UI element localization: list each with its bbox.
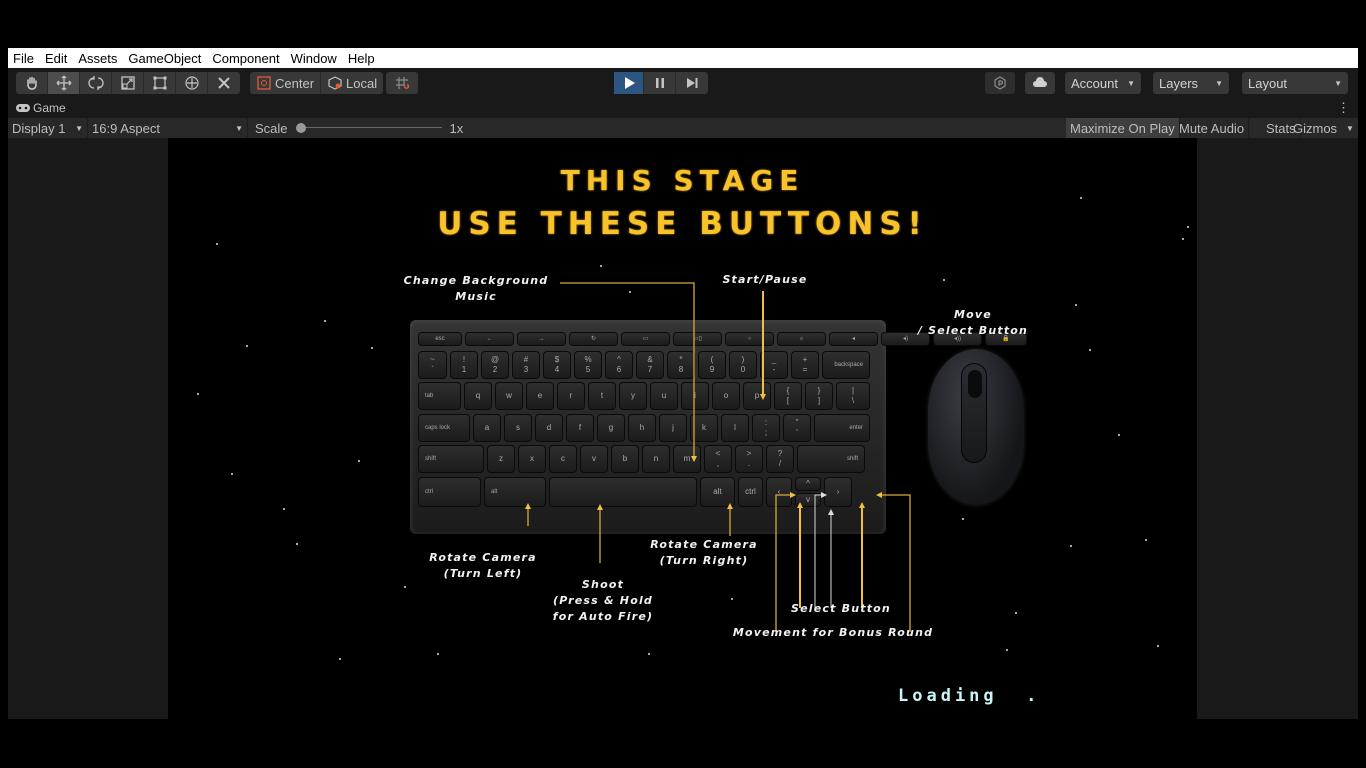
unity-editor: File Edit Assets GameObject Component Wi…: [8, 48, 1358, 719]
grid-snap-group: [386, 72, 418, 94]
pivot-center-label: Center: [275, 75, 315, 91]
scale-icon: [120, 76, 135, 90]
pivot-center-icon: [257, 76, 271, 90]
custom-tools-button[interactable]: [208, 72, 240, 94]
transform-icon: [184, 76, 199, 90]
scale-control: Scale 1x: [249, 118, 469, 138]
scale-slider-track: [295, 127, 442, 128]
step-icon: [687, 78, 698, 88]
label-shoot: Shoot (Press & Hold for Auto Fire): [552, 578, 654, 623]
pause-icon: [655, 78, 664, 88]
scale-value: 1x: [449, 120, 464, 136]
cloud-button[interactable]: [1025, 72, 1055, 94]
layers-label: Layers: [1159, 75, 1199, 91]
game-tab-title: Game: [33, 101, 66, 115]
game-tab[interactable]: Game ⋮: [8, 98, 1358, 118]
label-select-button: Select Button: [791, 602, 891, 615]
scale-label: Scale: [255, 120, 288, 136]
more-options-icon[interactable]: ⋮: [1337, 100, 1350, 116]
chevron-down-icon: ▼: [1334, 78, 1342, 88]
local-space-icon: [328, 76, 342, 90]
menu-gameobject[interactable]: GameObject: [128, 51, 201, 66]
move-icon: [56, 75, 71, 91]
label-change-music: Change Background Music: [403, 274, 549, 303]
grid-snap-icon: [396, 77, 410, 89]
display-label: Display 1: [12, 120, 66, 136]
chevron-down-icon: ▼: [235, 123, 243, 133]
play-icon: [624, 77, 635, 89]
label-move-select: Move / Select Button: [917, 308, 1029, 337]
rect-icon: [153, 76, 166, 90]
transform-tool-button[interactable]: [176, 72, 208, 94]
layout-label: Layout: [1248, 75, 1288, 91]
chevron-down-icon: ▼: [75, 123, 83, 133]
plastic-scm-icon: [994, 76, 1006, 90]
play-button[interactable]: [614, 72, 644, 94]
game-viewport[interactable]: THIS STAGE USE THESE BUTTONS! esc ← → ↻ ▭ ▭▯ ○…: [8, 138, 1358, 719]
transform-tools: [16, 72, 240, 94]
menu-file[interactable]: File: [13, 51, 34, 66]
gizmos-label: Gizmos: [1293, 120, 1338, 136]
chevron-down-icon: ▼: [1215, 78, 1223, 88]
playmode-group: [614, 72, 708, 94]
menu-component[interactable]: Component: [212, 51, 279, 66]
main-toolbar: Center Local Account ▼ Layers ▼ Layout ▼: [8, 68, 1358, 98]
mute-audio-label: Mute Audio: [1179, 120, 1245, 136]
pivot-group: Center Local: [250, 72, 384, 94]
loading-text: Loading .: [898, 686, 1041, 706]
rotate-tool-button[interactable]: [80, 72, 112, 94]
menu-assets[interactable]: Assets: [78, 51, 117, 66]
label-bonus-movement: Movement for Bonus Round: [732, 626, 934, 639]
account-label: Account: [1071, 75, 1118, 91]
hand-tool-button[interactable]: [16, 72, 48, 94]
leader-lines: [525, 282, 911, 632]
pause-button[interactable]: [644, 72, 676, 94]
plastic-scm-button[interactable]: [985, 72, 1015, 94]
label-rotate-right: Rotate Camera (Turn Right): [650, 538, 758, 567]
scale-tool-button[interactable]: [112, 72, 144, 94]
layout-dropdown[interactable]: Layout ▼: [1242, 72, 1348, 94]
gizmos-toggle[interactable]: Gizmos: [1289, 118, 1341, 138]
pivot-center-button[interactable]: Center: [250, 72, 322, 94]
maximize-on-play-label: Maximize On Play: [1070, 120, 1175, 136]
menu-window[interactable]: Window: [291, 51, 337, 66]
hand-icon: [26, 76, 37, 90]
layers-dropdown[interactable]: Layers ▼: [1153, 72, 1229, 94]
pivot-local-button[interactable]: Local: [321, 72, 383, 94]
cloud-group: [1025, 72, 1055, 94]
label-start-pause: Start/Pause: [722, 273, 808, 286]
display-dropdown[interactable]: Display 1 ▼: [8, 118, 88, 138]
aspect-label: 16:9 Aspect: [92, 120, 160, 136]
pivot-local-label: Local: [346, 75, 378, 91]
game-screen[interactable]: THIS STAGE USE THESE BUTTONS! esc ← → ↻ ▭ ▭▯ ○…: [168, 138, 1197, 719]
scale-slider[interactable]: [295, 123, 442, 133]
chevron-down-icon: ▼: [1346, 123, 1354, 133]
menu-help[interactable]: Help: [348, 51, 375, 66]
mute-audio-toggle[interactable]: Mute Audio: [1175, 118, 1250, 138]
step-button[interactable]: [676, 72, 708, 94]
move-tool-button[interactable]: [48, 72, 80, 94]
maximize-on-play-toggle[interactable]: Maximize On Play: [1066, 118, 1180, 138]
rotate-icon: [87, 76, 104, 90]
chevron-down-icon: ▼: [1127, 78, 1135, 88]
rect-tool-button[interactable]: [144, 72, 176, 94]
label-rotate-left: Rotate Camera (Turn Left): [429, 551, 537, 580]
gamepad-icon: [16, 104, 30, 112]
collab-group: [985, 72, 1015, 94]
account-dropdown[interactable]: Account ▼: [1065, 72, 1141, 94]
leader-change-music: [560, 282, 695, 461]
gizmos-dropdown[interactable]: ▼: [1342, 118, 1358, 138]
leader-select-up: [814, 494, 824, 608]
cloud-icon: [1033, 77, 1047, 87]
game-view-toolbar: Display 1 ▼ 16:9 Aspect ▼ Scale 1x Maximiz…: [8, 118, 1358, 138]
aspect-dropdown[interactable]: 16:9 Aspect ▼: [88, 118, 248, 138]
menu-bar: File Edit Assets GameObject Component Wi…: [8, 48, 1358, 68]
menu-edit[interactable]: Edit: [45, 51, 67, 66]
grid-snap-button[interactable]: [386, 72, 418, 94]
custom-tools-icon: [218, 77, 230, 89]
scale-slider-thumb[interactable]: [295, 123, 306, 133]
